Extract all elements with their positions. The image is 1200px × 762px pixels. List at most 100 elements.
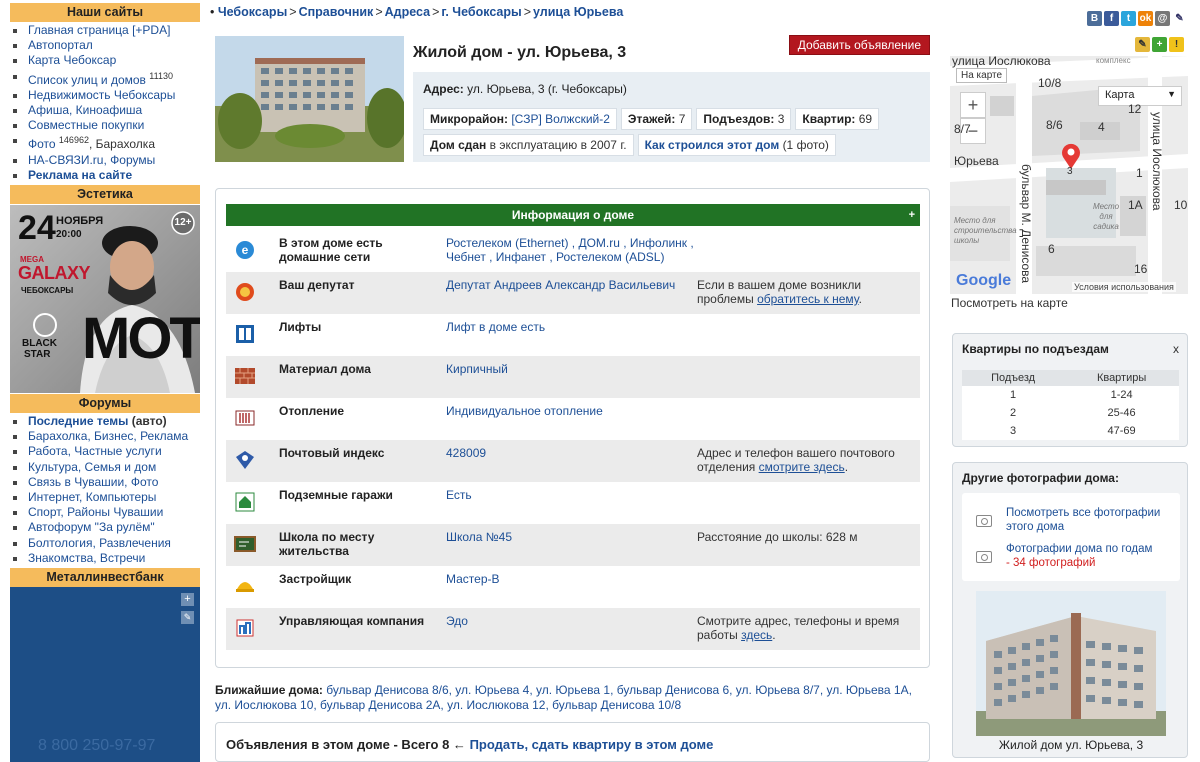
expand-icon[interactable]: + — [909, 204, 915, 226]
odnoklassniki-icon[interactable]: ok — [1138, 11, 1153, 26]
menu-item[interactable]: Болтология, Развлечения — [10, 536, 200, 551]
banner-edit-icon[interactable]: ✎ — [181, 611, 194, 625]
zoom-in-button[interactable]: + — [960, 92, 986, 118]
menu-item[interactable]: Афиша, Киноафиша — [10, 103, 200, 118]
warning-icon[interactable]: ! — [1169, 37, 1184, 52]
menu-link[interactable]: Автопортал — [28, 38, 93, 52]
menu-item[interactable]: Связь в Чувашии, Фото — [10, 475, 200, 490]
menu-item[interactable]: Работа, Частные услуги — [10, 444, 200, 459]
menu-link[interactable]: Совместные покупки — [28, 118, 144, 132]
on-map-button[interactable]: На карте — [956, 68, 1008, 83]
view-on-map-link[interactable]: Посмотреть на карте — [951, 296, 1068, 310]
info-value[interactable]: Мастер-В — [446, 572, 696, 586]
menu-link[interactable]: Фото — [28, 137, 56, 151]
built-row: Дом сдан в эксплуатацию в 2007 г. Как стр… — [423, 134, 930, 160]
info-note-link[interactable]: здесь — [741, 628, 772, 642]
info-row: Ваш депутат Депутат Андреев Александр Вас… — [226, 272, 920, 314]
edit-icon[interactable]: ✎ — [1135, 37, 1150, 52]
menu-item[interactable]: Список улиц и домов 11130 — [10, 69, 200, 88]
menu-item[interactable]: Спорт, Районы Чувашии — [10, 505, 200, 520]
add-icon[interactable]: + — [1152, 37, 1167, 52]
breadcrumb-link[interactable]: Справочник — [299, 5, 374, 19]
map-widget[interactable]: улица Иослюкова комплекс На карте Карта … — [950, 56, 1188, 294]
menu-link[interactable]: Афиша, Киноафиша — [28, 103, 142, 117]
menu-item[interactable]: Совместные покупки — [10, 118, 200, 133]
map-boulevard-label: бульвар М. Денисова — [1019, 164, 1033, 284]
menu-link[interactable]: Связь в Чувашии, Фото — [28, 475, 158, 489]
info-label: Школа по месту жительства — [279, 530, 375, 558]
info-note-link[interactable]: смотрите здесь — [759, 460, 845, 474]
add-ad-button[interactable]: Добавить объявление — [788, 35, 930, 55]
menu-link[interactable]: Культура, Семья и дом — [28, 460, 156, 474]
menu-item[interactable]: Главная страница [+PDA] — [10, 23, 200, 38]
bank-banner[interactable]: + ✎ 8 800 250-97-97 — [10, 587, 200, 762]
info-value[interactable]: 428009 — [446, 446, 696, 460]
menu-item[interactable]: Барахолка, Бизнес, Реклама — [10, 429, 200, 444]
map-house-10: 10 — [1174, 198, 1188, 212]
menu-link[interactable]: Барахолка, Бизнес, Реклама — [28, 429, 188, 443]
menu-link[interactable]: Карта Чебоксар — [28, 53, 116, 67]
menu-link[interactable]: Болтология, Развлечения — [28, 536, 171, 550]
facebook-icon[interactable]: f — [1104, 11, 1119, 26]
map-house-1a: 1А — [1128, 198, 1143, 212]
info-value[interactable]: Есть — [446, 488, 696, 502]
menu-item[interactable]: НА-СВЯЗИ.ru, Форумы — [10, 153, 200, 168]
menu-link-extra[interactable]: (авто) — [128, 414, 167, 428]
menu-item[interactable]: Автофорум "За рулём" — [10, 520, 200, 535]
menu-item[interactable]: Последние темы (авто) — [10, 414, 200, 429]
breadcrumb-link[interactable]: Чебоксары — [218, 5, 287, 19]
twitter-icon[interactable]: t — [1121, 11, 1136, 26]
mail-icon[interactable]: @ — [1155, 11, 1170, 26]
menu-link-extra[interactable]: , Барахолка — [89, 137, 155, 151]
info-value[interactable]: Кирпичный — [446, 362, 696, 376]
concert-banner[interactable]: 24 НОЯБРЯ 20:00 12+ MEGA GALAXY ЧЕБОКСАР… — [10, 205, 200, 394]
menu-link[interactable]: Главная страница [+PDA] — [28, 23, 170, 37]
close-icon[interactable]: x — [1173, 342, 1179, 356]
breadcrumb-link[interactable]: улица Юрьева — [533, 5, 623, 19]
banner-expand-icon[interactable]: + — [181, 593, 194, 607]
vk-icon[interactable]: В — [1087, 11, 1102, 26]
flats-value: 69 — [858, 112, 873, 126]
info-value[interactable]: Школа №45 — [446, 530, 696, 544]
menu-link[interactable]: Недвижимость Чебоксары — [28, 88, 175, 102]
menu-link[interactable]: НА-СВЯЗИ.ru, Форумы — [28, 153, 155, 167]
menu-item[interactable]: Знакомства, Встречи — [10, 551, 200, 566]
menu-link[interactable]: Работа, Частные услуги — [28, 444, 162, 458]
map-sport-place: Место для строительства школы — [954, 216, 1017, 245]
sell-rent-link[interactable]: Продать, сдать квартиру в этом доме — [470, 737, 714, 752]
breadcrumb-separator: > — [289, 5, 297, 19]
info-value[interactable]: Лифт в доме есть — [446, 320, 696, 334]
menu-link[interactable]: Спорт, Районы Чувашии — [28, 505, 163, 519]
menu-link[interactable]: Реклама на сайте — [28, 168, 132, 182]
history-link[interactable]: Как строился этот дом — [645, 138, 780, 152]
menu-item[interactable]: Карта Чебоксар — [10, 53, 200, 68]
breadcrumb-link[interactable]: г. Чебоксары — [441, 5, 521, 19]
house-photo-thumbnail[interactable] — [976, 591, 1166, 736]
info-value[interactable]: Эдо — [446, 614, 696, 628]
menu-link[interactable]: Знакомства, Встречи — [28, 551, 145, 565]
menu-item[interactable]: Интернет, Компьютеры — [10, 490, 200, 505]
photos-by-year-link[interactable]: Фотографии дома по годам — [1006, 543, 1152, 555]
pencil-icon[interactable]: ✎ — [1172, 11, 1187, 26]
info-value[interactable]: Индивидуальное отопление — [446, 404, 696, 418]
map-house-86: 8/6 — [1046, 118, 1063, 132]
house-photo[interactable] — [215, 36, 404, 162]
info-value[interactable]: Депутат Андреев Александр Васильевич — [446, 278, 696, 292]
map-terms-link[interactable]: Условия использования — [1072, 282, 1176, 292]
menu-link[interactable]: Интернет, Компьютеры — [28, 490, 156, 504]
menu-item[interactable]: Фото 146962, Барахолка — [10, 133, 200, 152]
menu-item[interactable]: Реклама на сайте — [10, 168, 200, 183]
all-photos-link[interactable]: Посмотреть все фотографии этого дома — [1006, 507, 1171, 534]
photos-by-year-count[interactable]: - 34 фотографий — [1006, 557, 1095, 569]
menu-item[interactable]: Культура, Семья и дом — [10, 460, 200, 475]
info-value[interactable]: Ростелеком (Ethernet) , ДОМ.ru , Инфолин… — [446, 236, 696, 264]
menu-link[interactable]: Список улиц и домов — [28, 73, 146, 87]
menu-item[interactable]: Автопортал — [10, 38, 200, 53]
house-info-header: Информация о доме + — [226, 204, 920, 226]
breadcrumb-link[interactable]: Адреса — [385, 5, 430, 19]
district-link[interactable]: [СЗР] Волжский-2 — [511, 112, 610, 126]
menu-link[interactable]: Последние темы — [28, 414, 128, 428]
info-note-link[interactable]: обратитесь к нему — [757, 292, 859, 306]
menu-link[interactable]: Автофорум "За рулём" — [28, 520, 155, 534]
menu-item[interactable]: Недвижимость Чебоксары — [10, 88, 200, 103]
